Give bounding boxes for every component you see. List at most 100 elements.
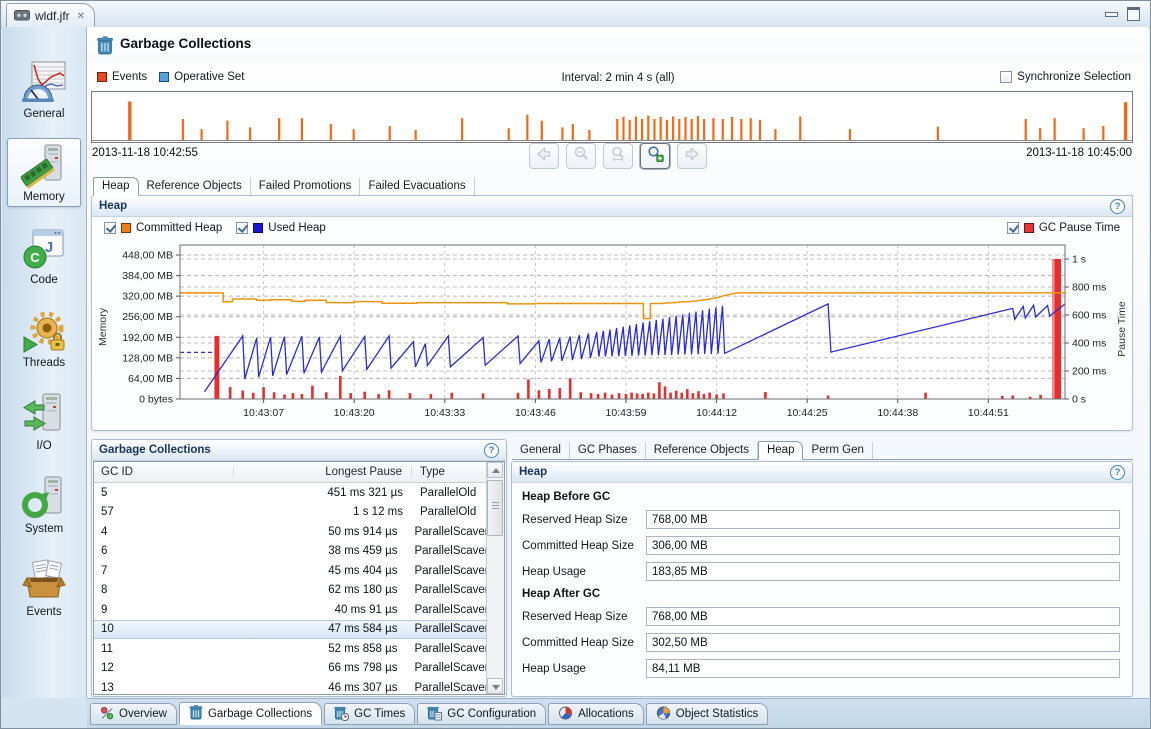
scroll-down-icon[interactable] bbox=[487, 678, 503, 694]
synchronize-label: Synchronize Selection bbox=[1017, 71, 1131, 83]
field-input-reserved-heap-size[interactable] bbox=[646, 607, 1120, 626]
detail-tab-general[interactable]: General bbox=[512, 442, 570, 459]
cell-longest-pause: 40 ms 91 µs bbox=[232, 604, 407, 616]
table-row[interactable]: 1346 ms 307 µsParallelScavenge bbox=[94, 678, 504, 695]
general-icon bbox=[21, 60, 67, 106]
gc-times-icon bbox=[334, 705, 349, 724]
sidebar-item-code[interactable]: JCCode bbox=[7, 221, 81, 290]
table-row[interactable]: 571 s 12 msParallelOld bbox=[94, 503, 504, 523]
help-icon[interactable] bbox=[484, 443, 499, 458]
operative-set-swatch bbox=[159, 72, 169, 82]
field-input-committed-heap-size[interactable] bbox=[646, 633, 1120, 652]
help-icon[interactable] bbox=[1110, 199, 1125, 214]
tab-heap[interactable]: Heap bbox=[93, 177, 139, 196]
cell-gc-id: 12 bbox=[94, 662, 232, 674]
table-row[interactable]: 638 ms 459 µsParallelScavenge bbox=[94, 542, 504, 562]
committed-heap-checkbox[interactable] bbox=[104, 222, 116, 234]
cell-gc-id: 10 bbox=[94, 623, 232, 635]
scrollbar-thumb[interactable] bbox=[487, 480, 503, 536]
bottom-tab-overview[interactable]: Overview bbox=[90, 703, 177, 725]
sidebar-item-memory[interactable]: Memory bbox=[7, 138, 81, 207]
heap-chart-group: Heap Committed HeapUsed HeapGC Pause Tim… bbox=[91, 195, 1133, 431]
sidebar-item-system[interactable]: System bbox=[7, 470, 81, 539]
table-row[interactable]: 450 ms 914 µsParallelScavenge bbox=[94, 522, 504, 542]
tab-failed-evacuations[interactable]: Failed Evacuations bbox=[360, 178, 474, 195]
detail-tab-perm-gen[interactable]: Perm Gen bbox=[803, 442, 872, 459]
field-row-reserved-heap-size: Reserved Heap Size bbox=[522, 607, 1120, 626]
sidebar-item-i-o[interactable]: I/O bbox=[7, 387, 81, 456]
maximize-icon[interactable] bbox=[1127, 7, 1140, 21]
svg-text:0 s: 0 s bbox=[1072, 394, 1086, 406]
tab-failed-promotions[interactable]: Failed Promotions bbox=[251, 178, 361, 195]
legend-label: Used Heap bbox=[268, 222, 326, 234]
sidebar-item-label: I/O bbox=[36, 440, 51, 452]
sidebar-item-general[interactable]: General bbox=[7, 55, 81, 124]
gc-pause-time-checkbox[interactable] bbox=[1007, 222, 1019, 234]
field-label: Heap Usage bbox=[522, 566, 646, 578]
legend-label: Operative Set bbox=[174, 71, 244, 83]
column-header-gc-id[interactable]: GC ID bbox=[94, 466, 234, 478]
detail-tab-heap[interactable]: Heap bbox=[758, 441, 804, 460]
zoom-out-button[interactable] bbox=[566, 143, 596, 169]
svg-text:64,00 MB: 64,00 MB bbox=[128, 373, 173, 385]
bottom-tab-bar: OverviewGarbage CollectionsGC TimesGC Co… bbox=[87, 698, 1149, 728]
svg-text:200 ms: 200 ms bbox=[1072, 366, 1106, 378]
svg-text:320,00 MB: 320,00 MB bbox=[122, 291, 173, 303]
detail-tab-gc-phases[interactable]: GC Phases bbox=[570, 442, 646, 459]
trash-icon bbox=[96, 35, 114, 60]
sidebar-item-events[interactable]: Events bbox=[7, 553, 81, 622]
help-icon[interactable] bbox=[1110, 465, 1125, 480]
bottom-tab-gc-times[interactable]: GC Times bbox=[324, 703, 415, 725]
bottom-tab-allocations[interactable]: Allocations bbox=[548, 703, 644, 725]
field-input-heap-usage[interactable] bbox=[646, 659, 1120, 678]
synchronize-selection[interactable]: Synchronize Selection bbox=[1000, 71, 1131, 83]
zoom-in-button[interactable] bbox=[640, 143, 670, 169]
forward-button[interactable] bbox=[677, 143, 707, 169]
close-icon[interactable]: ✕ bbox=[77, 11, 85, 22]
field-label: Heap Usage bbox=[522, 663, 646, 675]
svg-text:10:43:20: 10:43:20 bbox=[334, 407, 375, 419]
editor-tab[interactable]: wldf.jfr ✕ bbox=[6, 3, 95, 28]
tab-reference-objects[interactable]: Reference Objects bbox=[139, 178, 251, 195]
gc-config-icon bbox=[427, 705, 442, 724]
svg-text:0 bytes: 0 bytes bbox=[139, 394, 173, 406]
back-button[interactable] bbox=[529, 143, 559, 169]
svg-text:10:44:12: 10:44:12 bbox=[696, 407, 737, 419]
detail-tab-reference-objects[interactable]: Reference Objects bbox=[646, 442, 758, 459]
memory-icon bbox=[21, 143, 67, 189]
page-header: Garbage Collections bbox=[87, 27, 1149, 63]
table-row[interactable]: 745 ms 404 µsParallelScavenge bbox=[94, 561, 504, 581]
minimize-icon[interactable] bbox=[1105, 12, 1118, 17]
heap-chart[interactable]: 448,00 MB384,00 MB320,00 MB256,00 MB192,… bbox=[92, 239, 1133, 431]
used-heap-checkbox[interactable] bbox=[236, 222, 248, 234]
column-header-longest-pause[interactable]: Longest Pause bbox=[234, 466, 412, 478]
bottom-tab-gc-configuration[interactable]: GC Configuration bbox=[417, 703, 546, 725]
field-input-committed-heap-size[interactable] bbox=[646, 536, 1120, 555]
field-row-heap-usage: Heap Usage bbox=[522, 659, 1120, 678]
events-icon bbox=[21, 558, 67, 604]
timeline-legend-row: EventsOperative Set Interval: 2 min 4 s … bbox=[87, 71, 1149, 87]
synchronize-checkbox[interactable] bbox=[1000, 71, 1012, 83]
table-row[interactable]: 5451 ms 321 µsParallelOld bbox=[94, 483, 504, 503]
field-row-heap-usage: Heap Usage bbox=[522, 562, 1120, 581]
field-input-heap-usage[interactable] bbox=[646, 562, 1120, 581]
field-input-reserved-heap-size[interactable] bbox=[646, 510, 1120, 529]
sidebar-item-threads[interactable]: Threads bbox=[7, 304, 81, 373]
table-scrollbar[interactable] bbox=[486, 462, 504, 694]
event-timeline-strip[interactable] bbox=[91, 91, 1133, 143]
table-row[interactable]: 862 ms 180 µsParallelScavenge bbox=[94, 581, 504, 601]
table-row[interactable]: 1266 ms 798 µsParallelScavenge bbox=[94, 659, 504, 679]
cell-gc-id: 9 bbox=[94, 604, 232, 616]
table-row[interactable]: 1152 ms 858 µsParallelScavenge bbox=[94, 639, 504, 659]
bottom-tab-object-statistics[interactable]: Object Statistics bbox=[646, 703, 768, 725]
table-row[interactable]: 940 ms 91 µsParallelScavenge bbox=[94, 600, 504, 620]
gc-detail-group: Heap Heap Before GCReserved Heap SizeCom… bbox=[511, 461, 1133, 697]
cell-longest-pause: 52 ms 858 µs bbox=[232, 643, 407, 655]
zoom-range-icon bbox=[610, 146, 627, 167]
bottom-tab-garbage-collections[interactable]: Garbage Collections bbox=[179, 702, 322, 725]
heap-chart-group-header: Heap bbox=[92, 196, 1132, 217]
table-row[interactable]: 1047 ms 584 µsParallelScavenge bbox=[94, 620, 504, 640]
zoom-range-button[interactable] bbox=[603, 143, 633, 169]
gc-table-group-header: Garbage Collections bbox=[92, 440, 506, 461]
scroll-up-icon[interactable] bbox=[487, 462, 503, 478]
